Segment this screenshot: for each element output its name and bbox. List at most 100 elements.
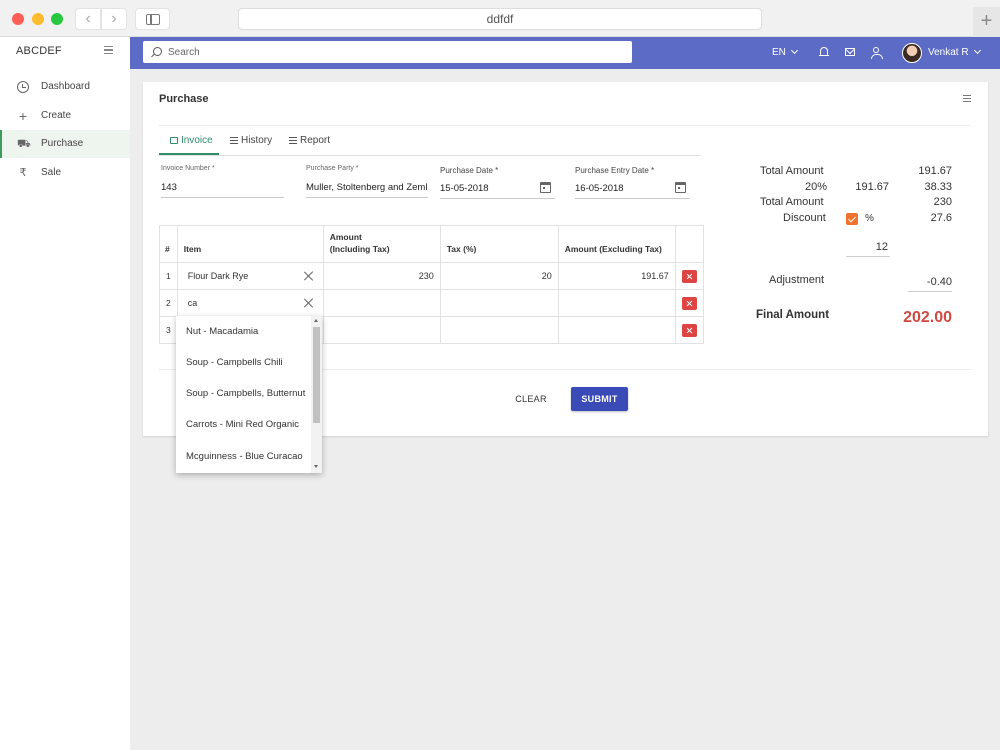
search-bar[interactable] [143,41,632,63]
amount-excl-cell[interactable] [557,316,676,344]
submit-button[interactable]: SUBMIT [571,387,628,411]
amount-incl-cell[interactable]: 230 [322,262,441,290]
actions-cell [674,316,704,344]
dashboard-icon [17,81,29,93]
sidebar-item-sale[interactable]: ₹ Sale [0,159,130,187]
column-header-tax: Tax (%) [439,225,559,263]
amount-incl-line1: Amount [329,232,362,242]
discount-unit: % [865,213,874,224]
dropdown-option[interactable]: Carrots - Mini Red Organic [186,419,299,430]
amount-incl-cell[interactable] [322,316,441,344]
dropdown-option[interactable]: Soup - Campbells, Butternut [186,388,305,399]
search-input[interactable] [168,44,618,60]
scroll-up-icon[interactable] [314,319,318,322]
calendar-icon[interactable] [675,182,686,193]
discount-label: Discount [783,212,826,224]
purchase-entry-date-value: 16-05-2018 [575,183,624,194]
tab-label: Invoice [181,135,213,146]
close-window-button[interactable] [12,13,24,25]
tab-invoice[interactable]: Invoice [170,135,213,155]
address-bar[interactable]: ddfdf [238,8,762,30]
amount-incl-cell[interactable] [322,289,441,317]
maximize-window-button[interactable] [51,13,63,25]
delete-row-button[interactable] [681,269,697,283]
user-menu[interactable]: Venkat R [928,46,981,58]
item-cell[interactable]: Flour Dark Rye [176,262,324,290]
purchase-entry-date-label: Purchase Entry Date * [575,166,655,175]
discount-input[interactable]: 12 [846,241,888,253]
dropdown-option[interactable]: Soup - Campbells Chili [186,357,283,368]
chevron-down-icon [973,46,981,55]
scrollbar-thumb[interactable] [313,327,320,423]
language-label: EN [772,47,786,58]
rupee-icon: ₹ [19,167,27,179]
tab-report[interactable]: Report [289,135,330,155]
language-selector[interactable]: EN [772,46,798,58]
new-tab-button[interactable]: + [973,7,1000,37]
table-row: 1 Flour Dark Rye 230 20 191.67 [159,262,704,290]
sidebar-item-dashboard[interactable]: Dashboard [0,73,130,101]
row-index: 3 [159,316,178,344]
delete-row-button[interactable] [681,323,697,337]
tax-cell[interactable]: 20 [439,262,559,290]
browser-chrome: ‹ › ddfdf + [0,0,1000,37]
tax-cell[interactable] [439,316,559,344]
sidebar-item-label: Sale [41,167,62,178]
tab-label: Report [300,135,331,146]
actions-cell [674,289,704,317]
browser-sidebar-button[interactable] [135,8,170,30]
total-amount2-value: 230 [933,196,952,208]
column-header-index: # [159,225,178,263]
field-underline [161,197,284,198]
purchase-date-value: 15-05-2018 [440,183,489,194]
list-icon [289,137,297,144]
tab-history[interactable]: History [230,135,272,155]
profile-button[interactable] [869,45,883,59]
card-menu-icon[interactable] [963,95,971,102]
invoice-number-field[interactable]: Invoice Number * 143 [161,165,284,199]
active-tab-indicator [159,153,219,155]
search-icon [153,47,162,56]
row-index: 2 [159,289,178,317]
amount-incl-line2: (Including Tax) [329,244,390,254]
amount-excl-cell[interactable] [557,289,676,317]
tab-label: History [241,135,273,146]
purchase-entry-date-field[interactable]: Purchase Entry Date * 16-05-2018 [575,166,690,200]
column-header-item: Item [176,225,324,263]
dropdown-scrollbar[interactable] [311,316,322,473]
dropdown-option[interactable]: Mcguinness - Blue Curacao [186,451,303,462]
delete-row-button[interactable] [681,296,697,310]
user-name: Venkat R [928,47,969,58]
notifications-button[interactable] [817,45,831,59]
scroll-down-icon[interactable] [314,465,318,468]
purchase-party-field[interactable]: Purchase Party * Muller, Stoltenberg and… [306,165,428,199]
back-button[interactable]: ‹ [75,8,101,30]
item-cell[interactable]: ca [176,289,324,317]
sidebar-item-purchase[interactable]: ⛟ Purchase [0,130,130,158]
discount-percent-checkbox[interactable] [846,213,858,225]
menu-toggle-icon[interactable] [104,46,113,54]
tax-cell[interactable] [439,289,559,317]
purchase-date-field[interactable]: Purchase Date * 15-05-2018 [440,166,555,200]
mail-icon [845,48,855,56]
avatar[interactable] [902,43,922,63]
messages-button[interactable] [843,45,857,59]
forward-button[interactable]: › [101,8,127,30]
item-input-value: ca [187,298,198,308]
sidebar-item-create[interactable]: + Create [0,102,130,130]
adjustment-input[interactable]: -0.40 [908,276,952,288]
bell-icon [819,47,829,57]
adjustment-underline [908,291,952,292]
dropdown-option[interactable]: Nut - Macadamia [186,326,258,337]
clear-button[interactable]: CLEAR [507,387,555,411]
user-icon [871,47,883,59]
amount-excl-cell[interactable]: 191.67 [557,262,676,290]
minimize-window-button[interactable] [32,13,44,25]
purchase-party-label: Purchase Party * [306,165,359,172]
clear-icon[interactable] [304,298,314,308]
sidebar: ABCDEF Dashboard + Create ⛟ Purchase ₹ S… [0,37,130,750]
purchase-party-value: Muller, Stoltenberg and Zeml [306,182,428,193]
clear-icon[interactable] [304,271,314,281]
calendar-icon[interactable] [540,182,551,193]
field-underline [575,198,690,199]
